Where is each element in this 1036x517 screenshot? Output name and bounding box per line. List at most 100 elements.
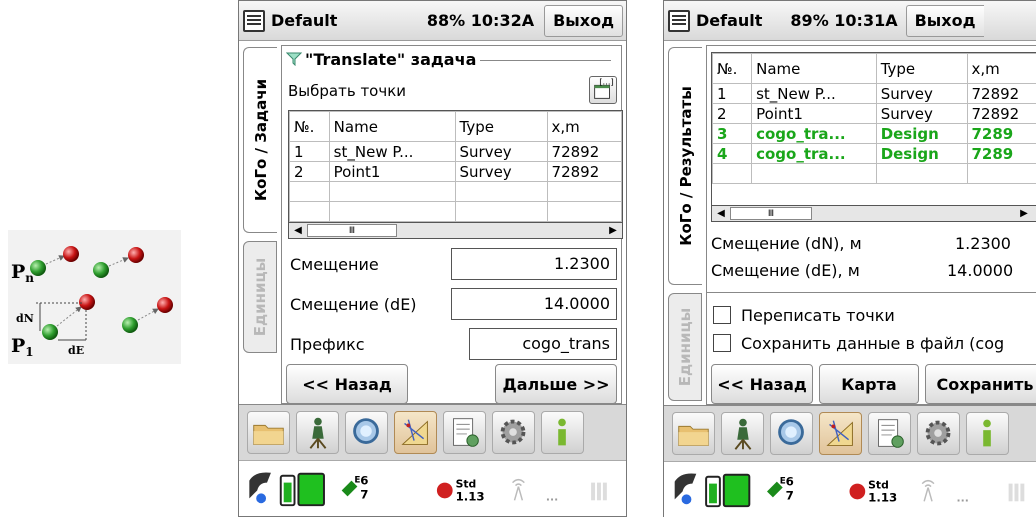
offset-de-row: Смещение (dE) 14.0000 xyxy=(286,288,617,320)
back-button[interactable]: << Назад xyxy=(711,364,813,404)
settings-button[interactable] xyxy=(492,411,535,454)
svg-text:[...]: [...] xyxy=(599,77,613,86)
folder-icon xyxy=(253,424,284,445)
title-bar: Default 88% 10:32A Выход xyxy=(239,1,626,41)
controller-battery-icon xyxy=(722,473,751,508)
dn-label: Смещение (dN), м xyxy=(711,234,862,253)
status-dots: ... xyxy=(957,491,969,504)
select-list-icon: [...] xyxy=(594,76,614,99)
survey-button[interactable] xyxy=(721,412,764,455)
tab-units[interactable]: Единицы xyxy=(668,293,702,401)
select-points-label: Выбрать точки xyxy=(288,82,407,100)
offset-de-input[interactable]: 14.0000 xyxy=(451,288,617,320)
side-tabs: КоГо / Задачи Единицы xyxy=(239,45,281,404)
col-name[interactable]: Name xyxy=(751,53,877,84)
tab-units[interactable]: Единицы xyxy=(243,241,277,353)
table-row[interactable]: 1 st_New P... Survey 72892 xyxy=(289,141,622,162)
save-button[interactable]: Сохранить xyxy=(925,364,1036,404)
table-row[interactable]: 2 Point1 Survey 72892 xyxy=(289,161,622,182)
back-button[interactable]: << Назад xyxy=(286,364,408,404)
folder-icon xyxy=(678,425,709,446)
info-button[interactable] xyxy=(966,412,1009,455)
point-pair-2 xyxy=(93,247,144,278)
offset-input[interactable]: 1.2300 xyxy=(451,248,617,280)
scroll-thumb[interactable]: Ⅲ xyxy=(307,224,397,237)
table-row-empty xyxy=(712,163,1036,184)
offset-de-label: Смещение (dE) xyxy=(290,295,417,314)
start-menu-icon[interactable] xyxy=(243,9,265,32)
group-header: "Translate" задача xyxy=(286,50,611,69)
bottom-toolbar xyxy=(239,404,626,460)
prefix-input[interactable]: cogo_trans xyxy=(469,328,617,360)
info-icon xyxy=(983,419,991,447)
col-type[interactable]: Type xyxy=(454,111,548,142)
side-tabs: КоГо / Результаты Единицы xyxy=(664,45,706,405)
map-button[interactable]: Карта xyxy=(819,364,919,404)
prefix-label: Префикс xyxy=(290,335,365,354)
de-value: 14.0000 xyxy=(947,261,1014,280)
col-x[interactable]: x,m xyxy=(546,111,622,142)
status-dots: ... xyxy=(546,490,558,503)
search-button[interactable] xyxy=(345,411,388,454)
select-points-button[interactable]: [...] xyxy=(589,76,617,104)
search-button[interactable] xyxy=(770,412,813,455)
app-title: Default xyxy=(696,11,763,30)
radio-icon xyxy=(921,479,935,488)
cogo-button[interactable] xyxy=(819,412,862,455)
survey-button[interactable] xyxy=(296,411,339,454)
sat-count-top: 6 xyxy=(360,474,368,488)
cogo-button[interactable] xyxy=(394,411,437,454)
title-bar: Default 89% 10:31A Выход xyxy=(664,1,1036,41)
gear-icon xyxy=(925,420,951,446)
tab-cogo-results[interactable]: КоГо / Результаты xyxy=(668,47,702,285)
exit-button[interactable]: Выход xyxy=(544,4,623,37)
points-table[interactable]: №. Name Type x,m 1 st_New P... Survey 72892… xyxy=(288,110,623,239)
results-table[interactable]: №. Name Type x,m 1 st_New P... Survey 72892… xyxy=(711,52,1036,222)
label-de: dE xyxy=(68,344,84,357)
col-x[interactable]: x,m xyxy=(966,53,1036,84)
prefix-row: Префикс cogo_trans xyxy=(286,328,617,360)
table-row[interactable]: 2 Point1 Survey 72892 xyxy=(712,103,1036,124)
scroll-left-icon[interactable]: ◀ xyxy=(712,208,730,219)
solution-status-icon xyxy=(849,483,866,500)
col-type[interactable]: Type xyxy=(875,53,968,84)
data-button[interactable] xyxy=(868,412,911,455)
open-folder-button[interactable] xyxy=(247,411,290,454)
bluetooth-badge-icon xyxy=(256,493,267,504)
exit-button[interactable]: Выход xyxy=(905,4,984,37)
table-row[interactable]: 1 st_New P... Survey 72892 xyxy=(712,83,1036,104)
solution-status-icon xyxy=(436,482,453,499)
tab-cogo-tasks[interactable]: КоГо / Задачи xyxy=(243,47,277,233)
start-menu-icon[interactable] xyxy=(668,9,690,32)
magnifier-icon xyxy=(353,418,379,444)
info-button[interactable] xyxy=(541,411,584,454)
scroll-left-icon[interactable]: ◀ xyxy=(289,225,307,236)
document-gear-icon xyxy=(453,418,479,447)
overwrite-points-row[interactable]: Переписать точки xyxy=(713,302,1036,328)
data-button[interactable] xyxy=(443,411,486,454)
de-label: Смещение (dE), м xyxy=(711,261,860,280)
col-no[interactable]: №. xyxy=(289,111,330,142)
horizontal-scrollbar[interactable]: ◀ Ⅲ ▶ xyxy=(289,222,622,238)
offset-row: Смещение 1.2300 xyxy=(286,248,617,280)
settings-button[interactable] xyxy=(917,412,960,455)
sat-count-top: 6 xyxy=(786,475,794,489)
col-name[interactable]: Name xyxy=(328,111,456,142)
save-to-file-row[interactable]: Сохранить данные в файл (cog xyxy=(713,330,1036,356)
table-row-design[interactable]: 4 cogo_tra... Design 7289 xyxy=(712,143,1036,164)
screen-results: Default 89% 10:31A Выход КоГо / Результа… xyxy=(663,0,1036,517)
open-folder-button[interactable] xyxy=(672,412,715,455)
scroll-right-icon[interactable]: ▶ xyxy=(604,225,622,236)
radio-icon xyxy=(512,478,525,487)
scroll-thumb[interactable]: Ⅲ xyxy=(730,207,812,220)
horizontal-scrollbar[interactable]: ◀ Ⅲ ▶ xyxy=(712,205,1036,221)
table-row-design[interactable]: 3 cogo_tra... Design 7289 xyxy=(712,123,1036,144)
save-to-file-label: Сохранить данные в файл (cog xyxy=(741,333,1005,353)
next-button[interactable]: Дальше >> xyxy=(495,364,617,404)
divider xyxy=(707,292,1036,293)
overwrite-points-checkbox[interactable] xyxy=(713,306,731,324)
save-to-file-checkbox[interactable] xyxy=(713,334,731,352)
scroll-right-icon[interactable]: ▶ xyxy=(1015,208,1033,219)
table-row-empty xyxy=(289,181,622,202)
col-no[interactable]: №. xyxy=(712,53,753,84)
